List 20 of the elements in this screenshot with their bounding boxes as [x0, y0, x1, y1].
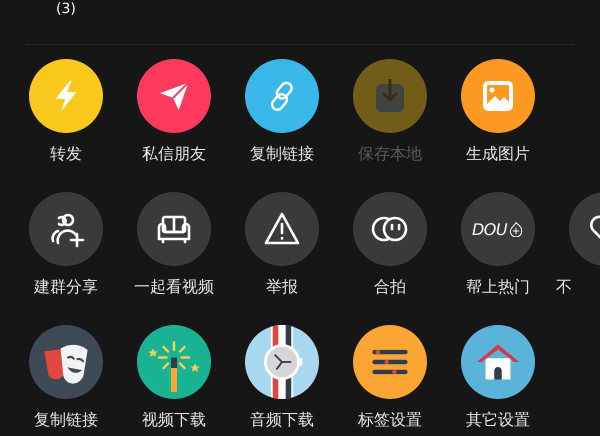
option-label: 视频下载 [142, 410, 206, 430]
option-label: 不 [556, 277, 572, 297]
option-label: 一起看视频 [134, 277, 214, 297]
option-label: 复制链接 [250, 144, 314, 164]
flame-plus-icon [508, 221, 524, 237]
count-label: (3) [56, 1, 76, 17]
option-label: 生成图片 [466, 144, 530, 164]
option-label: 私信朋友 [142, 144, 206, 164]
option-label: 转发 [50, 144, 82, 164]
logo-text: DOU [472, 220, 508, 238]
option-label: 合拍 [374, 277, 406, 297]
option-label: 标签设置 [358, 410, 422, 430]
option-label: 举报 [266, 277, 298, 297]
share-option-button[interactable]: DOU [461, 192, 535, 266]
option-label: 建群分享 [34, 277, 98, 297]
option-label: 保存本地 [358, 144, 422, 164]
option-label: 复制链接 [34, 410, 98, 430]
option-label: 其它设置 [466, 410, 530, 430]
option-label: 音频下载 [250, 410, 314, 430]
option-label: 帮上热门 [466, 277, 530, 297]
